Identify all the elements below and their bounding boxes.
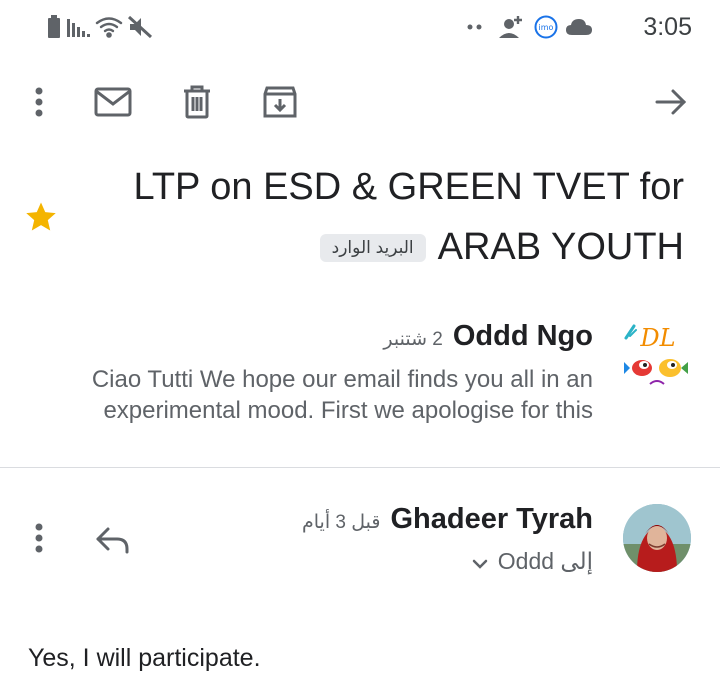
email-subject-line-1: LTP on ESD & GREEN TVET for (133, 166, 685, 208)
archive-icon[interactable] (258, 80, 302, 124)
email-subject-row-2: البريد الوارد ARAB YOUTH (319, 226, 684, 269)
message-divider (0, 467, 720, 468)
snippet-line-2: experimental mood. First we apologise fo… (103, 397, 593, 424)
wifi-icon (94, 14, 124, 40)
recipients-text: إلى Oddd (497, 548, 593, 574)
reply-icon[interactable] (91, 518, 135, 562)
dots-icon (464, 14, 486, 40)
status-bar: imo 3:05 (0, 0, 720, 54)
mark-unread-icon[interactable] (91, 80, 135, 124)
add-person-icon (497, 14, 527, 40)
message-snippet[interactable]: Ciao Tutti We hope our email finds you a… (0, 364, 593, 426)
message-header-2[interactable]: قبل 3 أيام Ghadeer Tyrah (302, 503, 593, 536)
delete-icon[interactable] (175, 80, 219, 124)
imo-label: imo (539, 23, 554, 32)
star-icon[interactable] (24, 200, 58, 234)
clock: 3:05 (643, 13, 692, 41)
battery-icon (46, 14, 62, 40)
snippet-line-1: Ciao Tutti We hope our email finds you a… (91, 366, 593, 393)
more-vert-icon[interactable] (17, 80, 61, 124)
message-more-icon[interactable] (17, 516, 61, 560)
message-body: Yes, I will participate. (28, 644, 261, 672)
mute-icon (126, 14, 154, 40)
cloud-icon (565, 14, 593, 40)
signal-icon (66, 14, 92, 40)
sender-name: Oddd Ngo (452, 320, 593, 352)
recipients-toggle[interactable]: إلى Oddd (472, 548, 593, 575)
imo-icon: imo (533, 14, 559, 40)
email-subject-line-2: ARAB YOUTH (437, 226, 684, 268)
chevron-down-icon (472, 548, 488, 575)
message-header-1[interactable]: 2 شتنبر Oddd Ngo (383, 320, 593, 353)
sender-avatar[interactable] (623, 504, 691, 572)
sender-avatar[interactable]: DL (620, 318, 694, 392)
message-date: 2 شتنبر (383, 329, 443, 350)
sender-name: Ghadeer Tyrah (390, 503, 593, 535)
avatar-logo-text: DL (639, 324, 675, 352)
forward-arrow-icon[interactable] (649, 80, 693, 124)
message-date: قبل 3 أيام (301, 512, 381, 533)
inbox-label-chip[interactable]: البريد الوارد (319, 233, 426, 262)
